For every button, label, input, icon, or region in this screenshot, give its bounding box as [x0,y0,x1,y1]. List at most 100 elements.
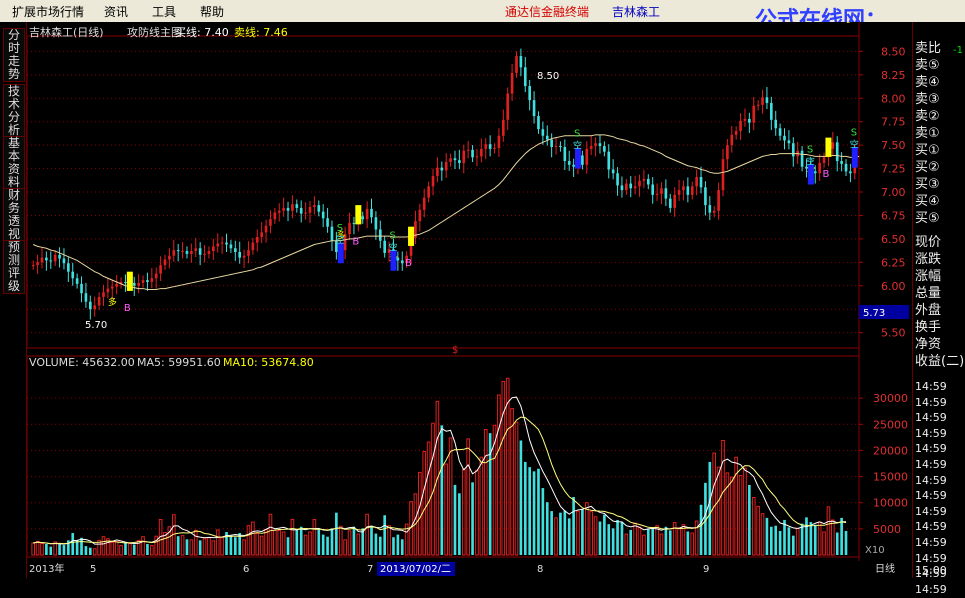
candle-body [822,157,826,163]
short-signal-label: 空 [573,139,582,151]
candle-body [427,186,430,198]
volume-bar [440,425,444,555]
candle-body [783,135,786,141]
buy-signal-bar [825,137,832,157]
candle-body [40,257,44,263]
volume-bar [62,545,66,555]
volume-bar [616,519,619,555]
candle-body [45,257,48,261]
sell-signal-label: S [574,128,580,139]
volume-bar [603,514,606,555]
candle-body [299,207,303,214]
short-signal-label: 空 [806,155,815,167]
period-label[interactable]: 日线 [875,562,895,575]
candle-body [835,142,839,162]
price-axis-label: 6.25 [881,256,906,269]
candle-body [475,156,479,158]
candle-body [572,164,575,167]
candle-body [53,254,57,262]
volume-bar [146,544,149,555]
menu-news[interactable]: 资讯 [104,3,128,20]
candle-body [458,160,461,163]
candle-body [31,265,35,267]
candle-body [488,144,492,149]
candle-body [132,282,136,286]
candle-body [308,207,312,213]
candle-body [255,237,259,243]
candle-body [748,118,751,123]
volume-bar [378,536,382,555]
candle-body [523,67,527,87]
kline-chart[interactable]: 8.50 8.25 8.00 7.75 7.50 7.25 7.00 6.75 6.50 6.25… [26,13,912,578]
chart-area[interactable]: 8.50 8.25 8.00 7.75 7.50 7.25 7.00 6.75 6.50 6.25… [26,13,912,578]
volume-bar [84,546,88,555]
menu-tools[interactable]: 工具 [152,3,176,20]
candle-body [462,150,466,163]
candle-body [181,251,184,253]
menu-extended-market[interactable]: 扩展市场行情 [12,3,84,20]
candle-body [642,178,646,181]
price-axis-label: 7.00 [881,186,906,199]
candle-body [97,297,101,306]
volume-bar [471,482,474,555]
candle-body [620,185,624,191]
candle-body [528,86,531,101]
volume-bar [176,536,180,555]
candle-body [93,305,97,310]
volume-axis-label: 15000 [873,471,908,484]
quote-label: 涨跌 [915,252,942,267]
volume-bar [295,529,299,555]
tab-fundamentals[interactable]: 基本资料 [3,136,25,190]
candle-body [422,197,426,210]
volume-bar [770,526,773,555]
candle-body [295,204,299,208]
tab-financials[interactable]: 财务透视 [3,188,25,242]
chart-indicator-name: 攻防线主图 [127,25,182,39]
candle-body [216,243,220,247]
tab-forecast-rating[interactable]: 预测评级 [3,240,25,294]
quote-label: 净资 [915,337,942,352]
candle-body [251,242,255,251]
candle-body [532,100,536,117]
candle-body [581,155,584,165]
candle-body [708,205,712,213]
date-axis-year: 2013年 [29,562,64,575]
volume-bar [392,537,395,555]
candle-body [75,278,79,284]
volume-bar [840,517,843,555]
volume-bar [765,517,769,555]
candle-body [484,144,488,149]
tick-time: 14:59 [915,380,947,393]
candle-body [431,176,435,187]
candle-body [207,251,211,254]
buy-signal-label: B [862,22,869,25]
candle-body [436,167,439,177]
volume-bar [787,527,791,555]
tab-technical-analysis[interactable]: 技术分析 [3,84,25,138]
tick-time: 14:59 [915,489,947,503]
quote-label: 现价 [915,235,942,250]
price-axis-label: 6.00 [881,280,906,293]
volume-bar [805,517,808,555]
candle-body [664,188,668,199]
candle-body [383,240,387,253]
price-axis-label: 6.75 [881,209,906,222]
sell-signal-label: S [851,127,857,138]
menu-help[interactable]: 帮助 [200,3,224,20]
volume-bar [686,531,690,555]
candle-body [317,205,321,212]
price-axis-label: 8.50 [881,45,906,58]
candle-body [313,205,316,207]
candle-body [273,212,277,220]
price-axis-label: 5.50 [881,327,906,340]
tab-intraday[interactable]: 分时走势 [3,28,25,82]
price-axis-label: 8.25 [881,69,906,82]
candle-body [115,283,118,287]
terminal-brand: 通达信金融终端 [505,5,590,19]
date-axis-bg [27,561,912,578]
candle-body [348,222,351,235]
candle-body [559,146,562,148]
volume-bar [541,488,545,555]
candle-body [212,246,215,252]
candle-body [440,167,444,171]
